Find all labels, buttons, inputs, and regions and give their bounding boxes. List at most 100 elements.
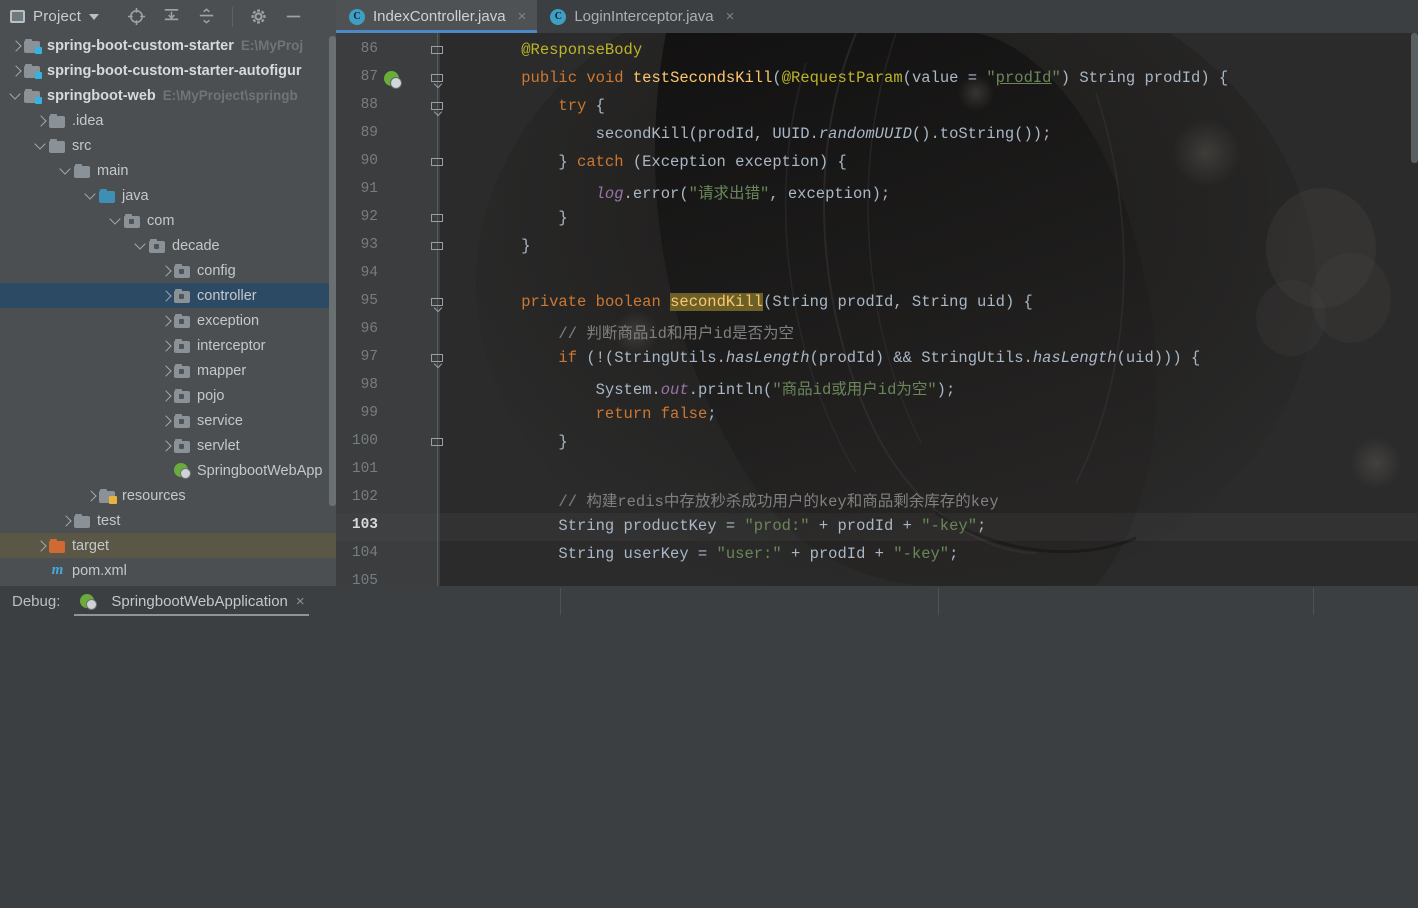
tree-item-exception[interactable]: exception [0,308,336,333]
fold-marker[interactable] [431,74,444,85]
folder-icon [49,138,66,153]
editor-tab-logininterceptor-java[interactable]: C LoginInterceptor.java × [537,0,745,33]
tree-item--idea[interactable]: .idea [0,108,336,133]
code-token: void [586,69,624,87]
fold-marker[interactable] [431,46,444,57]
code-token: randomUUID [818,125,912,143]
tree-item-servlet[interactable]: servlet [0,433,336,458]
tree-item-controller[interactable]: controller [0,283,336,308]
fold-marker[interactable] [431,438,444,449]
close-icon[interactable]: × [296,593,305,610]
tree-item-pojo[interactable]: pojo [0,383,336,408]
line-number: 88 [360,97,378,113]
tree-item-pom-xml[interactable]: m pom.xml [0,558,336,583]
tree-item-src[interactable]: src [0,133,336,158]
line-number: 100 [351,433,378,449]
tree-item-springbootwebapp[interactable]: SpringbootWebApp [0,458,336,483]
collapse-all-icon[interactable] [197,7,216,26]
line-number: 104 [351,545,378,561]
code-token: try [558,97,587,115]
tree-item-config[interactable]: config [0,258,336,283]
chevron-right-icon[interactable] [158,338,174,354]
code-token: .println( [688,381,773,399]
fold-marker[interactable] [431,242,444,253]
tree-item-test[interactable]: test [0,508,336,533]
chevron-right-icon[interactable] [158,438,174,454]
chevron-right-icon[interactable] [158,413,174,429]
gear-icon[interactable] [249,7,268,26]
tree-item-mapper[interactable]: mapper [0,358,336,383]
minimize-icon[interactable] [284,7,303,26]
debug-label: Debug: [12,593,61,610]
tree-item-interceptor[interactable]: interceptor [0,333,336,358]
code-token: ); [936,381,956,399]
run-configuration-tab[interactable]: SpringbootWebApplication × [70,586,312,617]
line-number: 87 [360,69,378,85]
chevron-down-icon[interactable] [89,13,100,20]
run-endpoint-gutter-icon[interactable] [384,71,402,89]
code-token: ().toString()); [911,125,1052,143]
tree-item-label: java [122,187,149,204]
chevron-right-icon[interactable] [83,488,99,504]
locate-icon[interactable] [127,7,146,26]
code-token: " [986,69,996,87]
expand-all-icon[interactable] [162,7,181,26]
code-token: false [660,405,708,423]
tree-item-decade[interactable]: decade [0,233,336,258]
no-arrow [33,563,49,579]
tree-item-spring-boot-custom-starter-autofigur[interactable]: spring-boot-custom-starter-autofigur [0,58,336,83]
chevron-right-icon[interactable] [33,113,49,129]
chevron-down-icon[interactable] [8,88,24,104]
chevron-right-icon[interactable] [158,288,174,304]
tree-item-label: springboot-web [47,87,156,104]
chevron-right-icon[interactable] [8,38,24,54]
editor-tab-indexcontroller-java[interactable]: C IndexController.java × [336,0,538,33]
fold-marker[interactable] [431,158,444,169]
code-line: log.error("请求出错", exception); [484,181,891,203]
line-number: 103 [351,517,378,533]
chevron-right-icon[interactable] [158,263,174,279]
chevron-right-icon[interactable] [158,313,174,329]
fold-marker[interactable] [431,102,444,113]
chevron-right-icon[interactable] [58,513,74,529]
chevron-down-icon[interactable] [108,213,124,229]
fold-marker[interactable] [431,298,444,309]
line-number: 95 [360,293,378,309]
close-icon[interactable]: × [518,8,527,25]
code-token: if [558,349,578,367]
close-icon[interactable]: × [726,8,735,25]
tree-item-springboot-web[interactable]: springboot-web E:\MyProject\springb [0,83,336,108]
chevron-right-icon[interactable] [158,363,174,379]
chevron-right-icon[interactable] [8,63,24,79]
chevron-down-icon[interactable] [133,238,149,254]
line-number: 90 [360,153,378,169]
tree-item-main[interactable]: main [0,158,336,183]
chevron-right-icon[interactable] [33,538,49,554]
folder-icon [74,163,91,178]
fold-marker[interactable] [431,214,444,225]
tree-item-target[interactable]: target [0,533,336,558]
project-tree[interactable]: spring-boot-custom-starter E:\MyProj sprin… [0,33,336,586]
tree-item-com[interactable]: com [0,208,336,233]
tree-item-label: pojo [197,387,225,404]
line-number: 96 [360,321,378,337]
tree-item-java[interactable]: java [0,183,336,208]
package-icon [174,263,191,278]
chevron-down-icon[interactable] [58,163,74,179]
chevron-down-icon[interactable] [33,138,49,154]
project-scrollbar[interactable] [329,36,336,506]
line-number: 86 [360,41,378,57]
editor-scrollbar[interactable] [1411,33,1418,163]
tree-item-service[interactable]: service [0,408,336,433]
code-editor[interactable]: 86 87 88 89 90 91 92 93 94 95 96 97 98 99 100 101 102 103… [336,33,1418,586]
code-line: @ResponseBody [484,41,642,59]
debug-tool-window: Debug: SpringbootWebApplication × [0,586,1418,908]
editor-gutter[interactable]: 86 87 88 89 90 91 92 93 94 95 96 97 98 99 100 101 102 103… [336,33,440,586]
fold-marker[interactable] [431,354,444,365]
code-token: (String prodId, String uid) { [763,293,1033,311]
tree-item-resources[interactable]: resources [0,483,336,508]
tree-item-spring-boot-custom-starter[interactable]: spring-boot-custom-starter E:\MyProj [0,33,336,58]
chevron-down-icon[interactable] [83,188,99,204]
chevron-right-icon[interactable] [158,388,174,404]
